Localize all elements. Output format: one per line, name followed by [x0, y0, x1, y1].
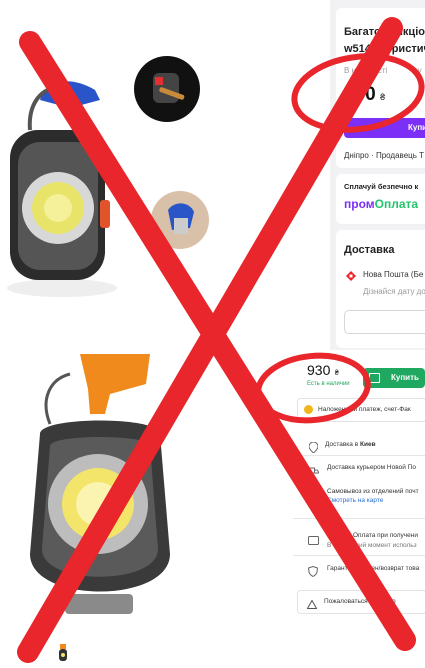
safe-payment-text: Сплачуй безпечно к: [344, 182, 419, 191]
divider: [293, 555, 425, 556]
delivery-city-name: Киев: [359, 441, 376, 448]
bottom-price-currency: ₴: [334, 370, 339, 377]
nova-poshta-icon: [346, 268, 356, 281]
complain-box[interactable]: Пожаловаться на товар: [297, 590, 425, 614]
courier-delivery-row[interactable]: Доставка курьером Новой По: [327, 464, 416, 471]
wallet-icon: [308, 532, 319, 545]
cart-icon: [369, 373, 380, 383]
complain-text: Пожаловаться на товар: [324, 598, 396, 605]
in-stock-label: Есть в наличии: [307, 381, 350, 387]
divider: [293, 518, 425, 519]
bottom-product-image-area: ›: [0, 352, 261, 667]
top-product-image-area: [0, 0, 330, 350]
keychain-light-product-image[interactable]: [0, 60, 140, 300]
payment-info-row: Оплата. Оплата при получени: [327, 532, 418, 539]
thumbnail-1[interactable]: [18, 643, 34, 663]
bottom-price-value: 930: [307, 362, 331, 378]
buy-button-label: Купи: [408, 123, 425, 132]
availability-tail-text: ку: [414, 66, 422, 75]
divider: [293, 455, 425, 456]
location-pin-icon: [308, 440, 319, 454]
prom-logo-part1: пром: [344, 197, 375, 211]
truck-icon: [308, 463, 319, 474]
city-input[interactable]: [344, 310, 425, 334]
price-display: 690 ₴: [344, 84, 385, 106]
info-dot-icon: [304, 405, 313, 414]
delivery-title: Доставка: [344, 244, 395, 256]
pickup-map-link[interactable]: Смотреть на карте: [327, 497, 383, 504]
product-title-line2[interactable]: w5147 туристич: [344, 41, 425, 58]
safe-payment-card: Сплачуй безпечно к промОплата: [336, 174, 425, 224]
payment-methods-text: Наложенный платеж, счет-Фак: [318, 406, 411, 413]
buy-now-button[interactable]: Купить: [363, 368, 425, 388]
prom-payment-logo: промОплата: [344, 197, 418, 211]
pickup-row[interactable]: Самовывоз из отделений почт: [327, 488, 419, 495]
buy-button[interactable]: Купи: [344, 118, 425, 138]
warning-icon: [306, 596, 318, 614]
guarantee-row[interactable]: Гарантия. Обмен/возврат това: [327, 565, 419, 572]
delivery-date-hint: Дізнайся дату до: [363, 287, 425, 296]
top-sidebar: Багатофункціон w5147 туристич В наявност…: [330, 0, 425, 350]
product-title-line1[interactable]: Багатофункціон: [344, 24, 425, 41]
availability-text: В наявності: [344, 66, 388, 75]
bottom-sidebar: 930 ₴ Есть в наличии Купить Наложенный п…: [245, 352, 425, 667]
delivery-city-prefix: Доставка в: [325, 441, 360, 448]
bottom-price-display: 930 ₴: [307, 362, 339, 380]
keychain-light-orange-product-image[interactable]: [10, 354, 180, 644]
payment-info-row2: В настоящий момент использ: [327, 542, 417, 549]
price-currency: ₴: [380, 92, 386, 102]
shield-icon: [307, 564, 319, 578]
clip-inset-image[interactable]: [150, 190, 210, 250]
carrier-option[interactable]: Нова Пошта (Бе: [363, 270, 423, 279]
payment-methods-box[interactable]: Наложенный платеж, счет-Фак: [297, 398, 425, 422]
delivery-card: Доставка Нова Пошта (Бе Дізнайся дату до: [336, 230, 425, 348]
price-value: 690: [344, 84, 376, 105]
product-summary-card: Багатофункціон w5147 туристич В наявност…: [336, 8, 425, 168]
prom-logo-part2: Оплата: [374, 197, 419, 211]
bottle-opener-inset-image[interactable]: [133, 55, 201, 123]
thumbnail-2[interactable]: [55, 643, 71, 663]
buy-now-label: Купить: [391, 373, 419, 382]
delivery-city-row[interactable]: Доставка в Киев: [325, 441, 376, 448]
seller-info[interactable]: Дніпро · Продавець Т: [344, 151, 424, 160]
box-icon: [308, 487, 319, 500]
